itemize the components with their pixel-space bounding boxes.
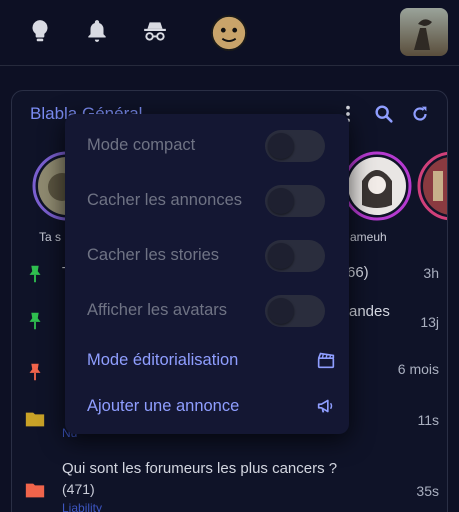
toggle-label: Cacher les stories [87, 246, 220, 264]
menu-item-ajouter-annonce[interactable]: Ajouter une annonce [87, 389, 337, 425]
story-avatar[interactable] [342, 151, 412, 221]
bell-icon[interactable] [84, 18, 110, 44]
megaphone-icon [317, 399, 333, 413]
topic-row[interactable]: Qui sont les forumeurs les plus cancers … [12, 459, 447, 512]
topic-count: (471) [62, 481, 95, 497]
toggle-mode-compact[interactable]: Mode compact [87, 128, 337, 164]
toggle-cacher-annonces[interactable]: Cacher les annonces [87, 183, 337, 219]
toggle-knob [268, 133, 294, 159]
toggle-knob [268, 243, 294, 269]
topic-tag[interactable]: Liability [62, 501, 102, 512]
topic-time: 11s [417, 412, 439, 428]
toggle-label: Mode compact [87, 136, 196, 154]
story-label: ameuh [350, 230, 387, 244]
toggle-afficher-avatars[interactable]: Afficher les avatars [87, 293, 337, 329]
pin-icon [29, 265, 41, 283]
topic-time: 6 mois [397, 361, 439, 377]
pin-icon [29, 312, 41, 330]
menu-item-label: Ajouter une annonce [87, 397, 240, 415]
pin-icon [29, 363, 41, 381]
toggle-label: Afficher les avatars [87, 301, 228, 319]
smiley-logo-icon[interactable] [210, 14, 248, 52]
options-menu: Mode compact Cacher les annonces Cacher … [65, 114, 349, 434]
topic-title[interactable]: Qui sont les forumeurs les plus cancers … [62, 460, 337, 477]
toggle-knob [268, 298, 294, 324]
toggle-cacher-stories[interactable]: Cacher les stories [87, 238, 337, 274]
topic-time: 3h [423, 265, 439, 281]
story-avatar[interactable] [417, 151, 447, 221]
topic-title-end[interactable]: andes [349, 303, 390, 320]
menu-item-mode-editorialisation[interactable]: Mode éditorialisation [87, 343, 337, 379]
toggle-knob [268, 188, 294, 214]
topic-time: 35s [416, 483, 439, 499]
lightbulb-icon[interactable] [27, 18, 53, 44]
clapperboard-icon [317, 352, 335, 369]
menu-item-label: Mode éditorialisation [87, 351, 239, 369]
search-icon[interactable] [373, 103, 395, 125]
toggle-switch[interactable] [265, 185, 325, 217]
incognito-icon[interactable] [142, 18, 168, 44]
folder-icon [25, 483, 45, 498]
topic-count: 66) [347, 264, 369, 281]
story-label: Ta s [39, 230, 62, 244]
toggle-switch[interactable] [265, 240, 325, 272]
toggle-switch[interactable] [265, 295, 325, 327]
toggle-label: Cacher les annonces [87, 191, 243, 209]
card-actions [337, 103, 431, 125]
user-avatar[interactable] [400, 8, 448, 56]
toggle-switch[interactable] [265, 130, 325, 162]
topic-time: 13j [420, 314, 439, 330]
refresh-icon[interactable] [409, 103, 431, 125]
top-bar [0, 0, 459, 66]
folder-icon [25, 412, 45, 427]
